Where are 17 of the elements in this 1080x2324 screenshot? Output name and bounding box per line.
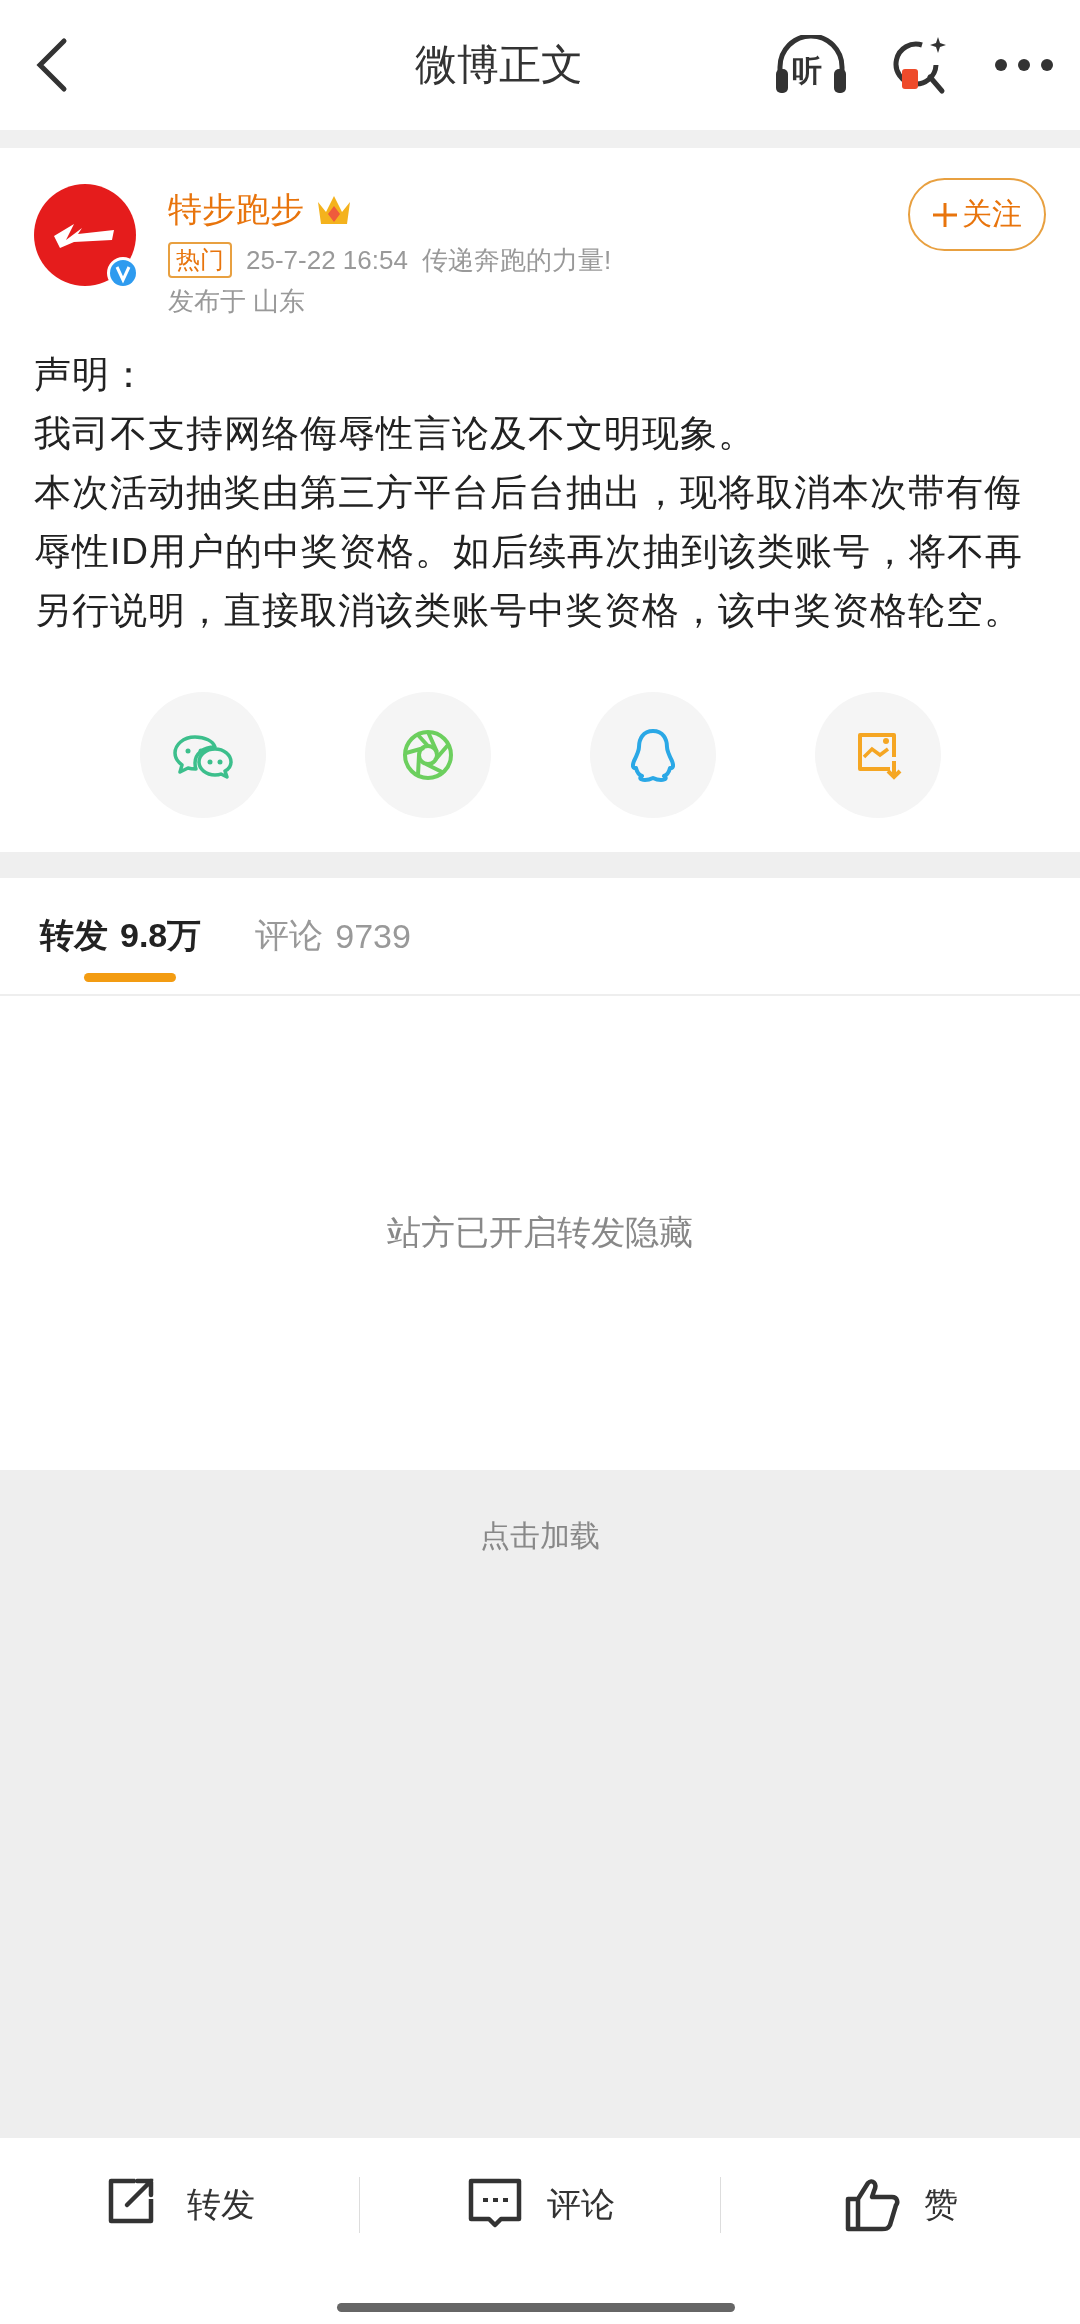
hot-badge: 热门 bbox=[168, 242, 232, 278]
empty-message: 站方已开启转发隐藏 bbox=[387, 1212, 693, 1253]
tab[interactable]: 转发 9.8万 bbox=[40, 878, 202, 994]
post-source: 传递奔跑的力量! bbox=[421, 243, 612, 277]
page-title: 微博正文 bbox=[414, 40, 584, 90]
action-button[interactable]: 评论 bbox=[360, 2175, 720, 2235]
post-location: 发布于 山东 bbox=[168, 285, 307, 318]
post-time: 25-7-22 16:54 bbox=[246, 244, 408, 276]
post-paragraph: 本次活动抽奖由第三方平台后台抽出，现将取消本次带有侮辱性ID用户的中奖资格。如后续再次抽到该类账号，将不再另行说明，直接取消该类账号中奖资格，该中奖资格轮空。 bbox=[34, 471, 1024, 633]
headphones-icon bbox=[774, 35, 848, 95]
action-button[interactable]: 赞 bbox=[720, 2175, 1080, 2235]
more-icon[interactable] bbox=[994, 58, 1054, 72]
plus-icon bbox=[932, 201, 958, 228]
post-paragraph: 我司不支持网络侮辱性言论及不文明现象。 bbox=[34, 412, 757, 456]
action-button[interactable]: 转发 bbox=[0, 2175, 360, 2235]
listen-button[interactable]: 听 bbox=[774, 35, 848, 95]
post-paragraph: 声明： bbox=[34, 353, 149, 397]
